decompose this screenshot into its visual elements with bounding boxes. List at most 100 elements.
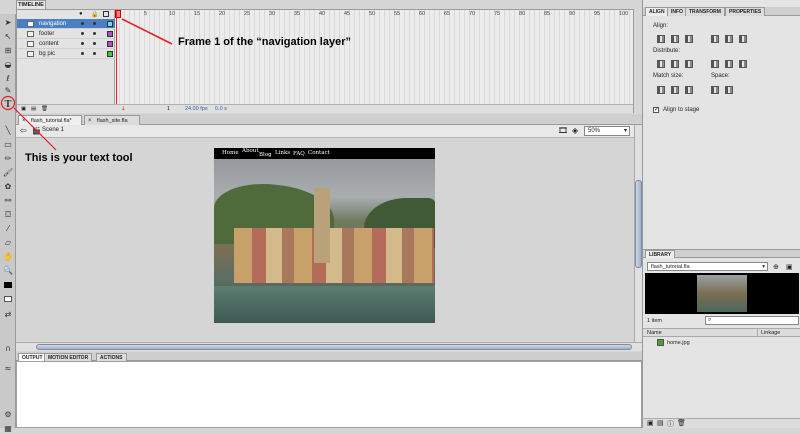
zoom-select[interactable]: 50% ▾ — [584, 126, 630, 136]
brush-tool-icon[interactable]: 🖌 — [2, 168, 14, 178]
pin-icon[interactable]: ⊕ — [773, 263, 779, 271]
nav-link-faq[interactable]: FAQ — [293, 151, 305, 157]
distribute-bottom-icon[interactable] — [685, 60, 693, 68]
scroll-thumb[interactable] — [36, 344, 632, 350]
layer-color-swatch[interactable] — [107, 21, 113, 27]
tab-motion-editor[interactable]: MOTION EDITOR — [44, 353, 93, 361]
library-search-input[interactable]: ⌕ — [705, 316, 799, 325]
edit-scene-icon[interactable]: 🎞 — [558, 126, 568, 135]
align-center-h-icon[interactable] — [671, 35, 679, 43]
edit-symbol-icon[interactable]: ◈ — [572, 126, 578, 135]
eraser-tool-icon[interactable]: ▱ — [2, 238, 14, 248]
column-linkage[interactable]: Linkage — [757, 329, 780, 337]
text-tool-icon[interactable]: T — [2, 100, 14, 110]
lock-icon[interactable]: 🔒 — [91, 11, 98, 18]
lock-dot-icon[interactable] — [93, 52, 96, 55]
center-frame-icon[interactable]: ⇣ — [121, 105, 126, 114]
outline-icon[interactable] — [103, 11, 109, 17]
output-panel[interactable] — [16, 361, 642, 428]
subselection-tool-icon[interactable]: ↖ — [2, 32, 14, 42]
delete-layer-icon[interactable]: 🗑 — [41, 105, 48, 114]
delete-icon[interactable]: 🗑 — [677, 419, 686, 427]
eye-icon[interactable]: ● — [79, 11, 83, 17]
stage-photo[interactable]: Home About Blog Links FAQ Contact — [214, 148, 435, 323]
smooth-icon[interactable]: ≈ — [2, 364, 14, 374]
visibility-dot-icon[interactable] — [81, 42, 84, 45]
library-file-select[interactable]: flash_tutorial.fla ▾ — [647, 262, 768, 271]
frame-rate[interactable]: 24.00 fps — [185, 105, 208, 114]
distribute-center-icon[interactable] — [671, 60, 679, 68]
pencil-tool-icon[interactable]: ✏ — [2, 154, 14, 164]
nav-link-contact[interactable]: Contact — [308, 150, 330, 156]
snap-magnet-icon[interactable]: ∩ — [2, 344, 14, 354]
tab-library[interactable]: LIBRARY — [645, 250, 676, 258]
distribute-right-icon[interactable] — [739, 60, 747, 68]
nav-link-links[interactable]: Links — [275, 150, 290, 156]
nav-link-blog[interactable]: Blog — [259, 152, 272, 158]
rectangle-tool-icon[interactable]: ▭ — [2, 140, 14, 150]
column-name[interactable]: Name — [647, 329, 662, 337]
library-item[interactable]: home.jpg — [643, 338, 800, 348]
nav-link-about[interactable]: About — [242, 148, 259, 154]
distribute-left-icon[interactable] — [711, 60, 719, 68]
hand-tool-icon[interactable]: ✋ — [2, 252, 14, 262]
lasso-tool-icon[interactable]: ℓ — [2, 74, 14, 84]
vertical-scrollbar[interactable] — [634, 125, 642, 342]
eyedropper-tool-icon[interactable]: ⁄ — [2, 224, 14, 234]
match-width-icon[interactable] — [657, 86, 665, 94]
align-center-v-icon[interactable] — [725, 35, 733, 43]
match-both-icon[interactable] — [685, 86, 693, 94]
selection-tool-icon[interactable]: ➤ — [2, 18, 14, 28]
bottom-tool-icon[interactable]: ⚙ — [2, 410, 14, 420]
layer-color-swatch[interactable] — [107, 51, 113, 57]
fill-color-icon[interactable] — [4, 296, 12, 302]
grid-tool-icon[interactable]: ▦ — [2, 424, 14, 434]
space-vertical-icon[interactable] — [711, 86, 719, 94]
tab-actions[interactable]: ACTIONS — [96, 353, 127, 361]
lock-dot-icon[interactable] — [93, 22, 96, 25]
tab-output[interactable]: OUTPUT — [18, 353, 47, 361]
align-top-icon[interactable] — [711, 35, 719, 43]
tab-info[interactable]: INFO — [667, 7, 687, 16]
3d-rotation-tool-icon[interactable]: ◒ — [2, 60, 14, 70]
layer-row[interactable]: footer — [17, 29, 115, 39]
match-height-icon[interactable] — [671, 86, 679, 94]
doc-tab-flash-site[interactable]: × flash_site.fla — [84, 115, 140, 125]
swap-colors-icon[interactable]: ⇄ — [2, 310, 14, 320]
stroke-color-icon[interactable] — [4, 282, 12, 288]
pen-tool-icon[interactable]: ✎ — [2, 86, 14, 96]
new-folder-icon[interactable]: ▤ — [31, 105, 36, 114]
layer-row[interactable]: bg pic — [17, 49, 115, 59]
deco-tool-icon[interactable]: ✿ — [2, 182, 14, 192]
paint-bucket-tool-icon[interactable]: ⛋ — [2, 210, 14, 220]
visibility-dot-icon[interactable] — [81, 52, 84, 55]
tab-properties[interactable]: PROPERTIES — [725, 7, 766, 16]
align-to-stage-checkbox[interactable]: ✓ — [653, 107, 659, 113]
lock-dot-icon[interactable] — [93, 42, 96, 45]
layer-row[interactable]: content — [17, 39, 115, 49]
visibility-dot-icon[interactable] — [81, 32, 84, 35]
new-folder-icon[interactable]: ▤ — [657, 419, 664, 427]
align-right-icon[interactable] — [685, 35, 693, 43]
align-bottom-icon[interactable] — [739, 35, 747, 43]
space-horizontal-icon[interactable] — [725, 86, 733, 94]
timeline-tab[interactable]: TIMELINE — [16, 0, 46, 9]
align-left-icon[interactable] — [657, 35, 665, 43]
horizontal-scrollbar[interactable] — [16, 342, 642, 351]
tab-align[interactable]: ALIGN — [645, 7, 669, 16]
new-library-icon[interactable]: ▣ — [786, 263, 793, 271]
layer-color-swatch[interactable] — [107, 41, 113, 47]
line-tool-icon[interactable]: ╲ — [2, 126, 14, 136]
visibility-dot-icon[interactable] — [81, 22, 84, 25]
layer-color-swatch[interactable] — [107, 31, 113, 37]
tab-transform[interactable]: TRANSFORM — [685, 7, 725, 16]
layer-row[interactable]: navigation — [17, 19, 115, 29]
scroll-thumb[interactable] — [635, 180, 642, 268]
doc-tab-flash-tutorial[interactable]: × flash_tutorial.fla* — [18, 115, 82, 125]
nav-link-home[interactable]: Home — [222, 150, 239, 156]
new-symbol-icon[interactable]: ▣ — [647, 419, 654, 427]
lock-dot-icon[interactable] — [93, 32, 96, 35]
free-transform-tool-icon[interactable]: ⊞ — [2, 46, 14, 56]
distribute-top-icon[interactable] — [657, 60, 665, 68]
distribute-hcenter-icon[interactable] — [725, 60, 733, 68]
